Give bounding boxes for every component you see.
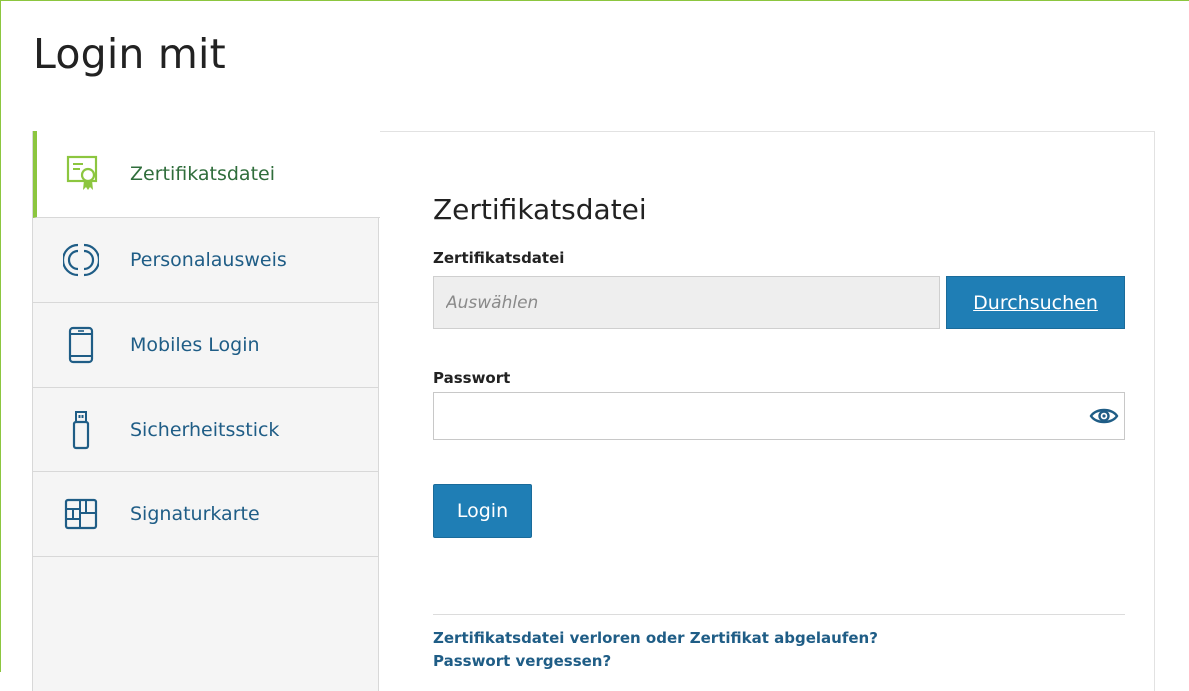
- lost-certificate-link[interactable]: Zertifikatsdatei verloren oder Zertifika…: [433, 629, 878, 647]
- page-title: Login mit: [33, 30, 226, 78]
- tab-sicherheitsstick[interactable]: Sicherheitsstick: [33, 388, 379, 472]
- chip-card-icon: [63, 496, 99, 532]
- tab-label: Sicherheitsstick: [130, 418, 280, 441]
- id-card-nfc-icon: [63, 242, 99, 278]
- eye-icon[interactable]: [1088, 401, 1120, 431]
- password-field: [433, 392, 1125, 440]
- forgot-password-link[interactable]: Passwort vergessen?: [433, 652, 611, 670]
- tab-signaturkarte[interactable]: Signaturkarte: [33, 472, 379, 557]
- password-field-label: Passwort: [433, 369, 511, 387]
- tab-label: Zertifikatsdatei: [130, 163, 275, 185]
- divider: [433, 614, 1125, 615]
- certificate-file-input[interactable]: [433, 276, 940, 329]
- tab-zertifikatsdatei[interactable]: Zertifikatsdatei: [33, 131, 380, 218]
- tab-label: Signaturkarte: [130, 503, 260, 525]
- tab-personalausweis[interactable]: Personalausweis: [33, 218, 379, 303]
- certificate-file-icon: [65, 155, 101, 192]
- file-field-label: Zertifikatsdatei: [433, 249, 565, 267]
- login-method-sidebar: Zertifikatsdatei Personalausweis Mobiles…: [32, 131, 380, 691]
- usb-stick-icon: [63, 410, 99, 449]
- tab-mobiles-login[interactable]: Mobiles Login: [33, 303, 379, 388]
- tab-label: Personalausweis: [130, 249, 287, 271]
- section-title: Zertifikatsdatei: [433, 193, 647, 226]
- login-button[interactable]: Login: [433, 484, 532, 538]
- password-input[interactable]: [434, 393, 1074, 439]
- browse-button[interactable]: Durchsuchen: [946, 276, 1125, 329]
- smartphone-icon: [63, 326, 99, 364]
- tab-label: Mobiles Login: [130, 334, 260, 356]
